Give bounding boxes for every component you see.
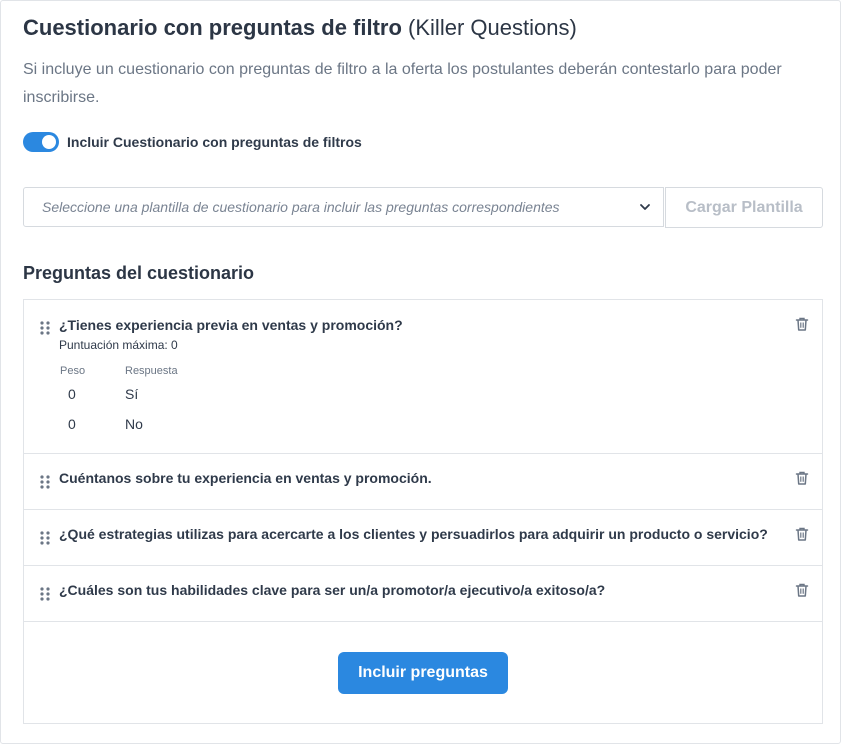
question-item: Cuéntanos sobre tu experiencia en ventas…	[24, 454, 822, 510]
question-text: ¿Qué estrategias utilizas para acercarte…	[59, 526, 768, 542]
include-questions-button[interactable]: Incluir preguntas	[338, 652, 508, 694]
question-text: ¿Tienes experiencia previa en ventas y p…	[59, 317, 403, 333]
title-main: Cuestionario con preguntas de filtro	[23, 15, 402, 40]
question-item: ¿Tienes experiencia previa en ventas y p…	[24, 300, 822, 454]
description-text: Si incluye un cuestionario con preguntas…	[23, 61, 782, 106]
killer-questions-card: Cuestionario con preguntas de filtro (Ki…	[0, 0, 841, 744]
include-questionnaire-row: Incluir Cuestionario con preguntas de fi…	[23, 132, 362, 152]
toggle-label: Incluir Cuestionario con preguntas de fi…	[67, 134, 362, 150]
question-text: Cuéntanos sobre tu experiencia en ventas…	[59, 470, 432, 486]
questions-section-title: Preguntas del cuestionario	[23, 263, 255, 283]
answer-weight: 0	[68, 416, 76, 432]
drag-handle-icon[interactable]	[39, 320, 51, 336]
template-select[interactable]: Seleccione una plantilla de cuestionario…	[23, 187, 664, 227]
title-subtitle: (Killer Questions)	[408, 15, 577, 40]
question-item: ¿Cuáles son tus habilidades clave para s…	[24, 566, 822, 622]
drag-handle-icon[interactable]	[39, 530, 51, 546]
question-item: ¿Qué estrategias utilizas para acercarte…	[24, 510, 822, 566]
answer-weight: 0	[68, 386, 76, 402]
trash-icon[interactable]	[794, 582, 810, 598]
trash-icon[interactable]	[794, 526, 810, 542]
answer-text: No	[125, 416, 143, 432]
questions-list: ¿Tienes experiencia previa en ventas y p…	[23, 299, 823, 724]
drag-handle-icon[interactable]	[39, 474, 51, 490]
weight-column-header: Peso	[60, 365, 86, 377]
page-title: Cuestionario con preguntas de filtro (Ki…	[23, 15, 577, 41]
answer-text: Sí	[125, 386, 139, 402]
max-score-label: Puntuación máxima: 0	[59, 338, 178, 352]
chevron-down-icon	[640, 204, 650, 210]
load-template-button[interactable]: Cargar Plantilla	[665, 187, 823, 228]
trash-icon[interactable]	[794, 470, 810, 486]
drag-handle-icon[interactable]	[39, 586, 51, 602]
include-questionnaire-toggle[interactable]	[23, 132, 59, 152]
trash-icon[interactable]	[794, 316, 810, 332]
toggle-knob	[42, 135, 56, 149]
answer-column-header: Respuesta	[125, 365, 178, 377]
template-select-placeholder: Seleccione una plantilla de cuestionario…	[42, 199, 560, 215]
question-text: ¿Cuáles son tus habilidades clave para s…	[59, 582, 606, 598]
